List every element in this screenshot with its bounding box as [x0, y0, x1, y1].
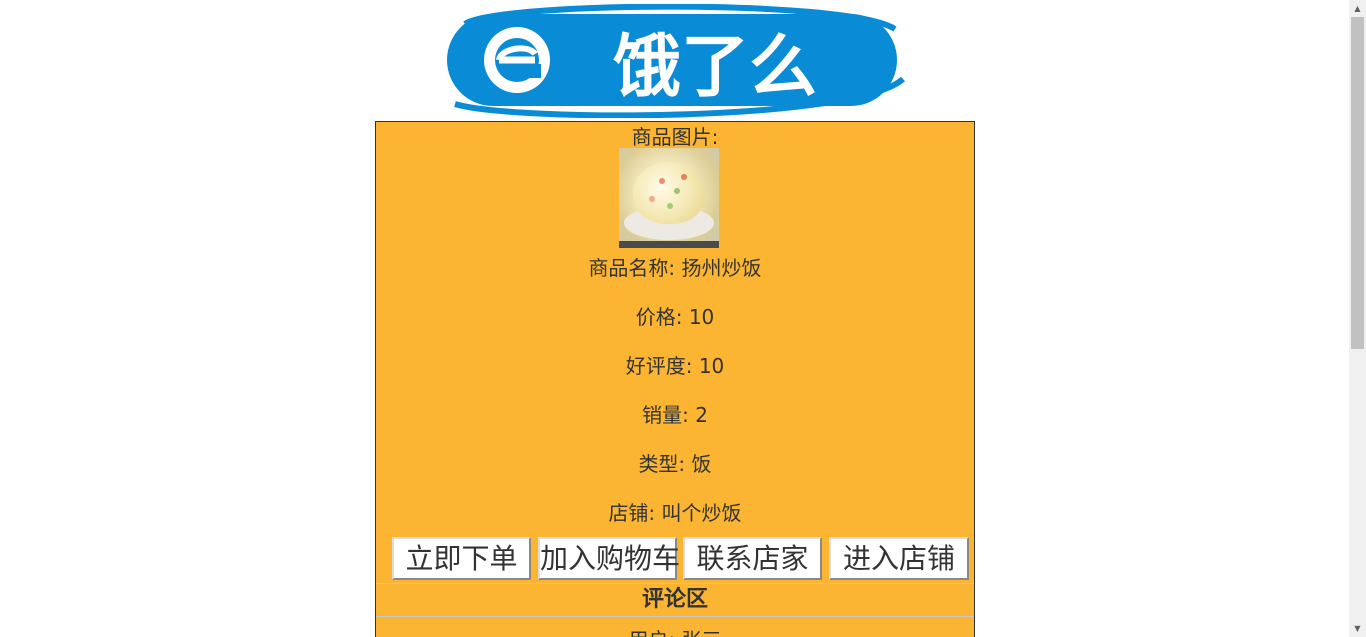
eleme-logo[interactable]: 饿了么 — [425, 4, 910, 118]
product-price: 价格: 10 — [376, 304, 974, 330]
comment-user: 用户: 张三 — [376, 627, 974, 637]
product-name-label: 商品名称: — [588, 256, 676, 280]
product-image[interactable] — [619, 148, 719, 248]
logo-wordmark: 饿了么 — [613, 28, 817, 107]
scrollbar-thumb[interactable] — [1351, 17, 1364, 349]
contact-seller-button[interactable]: 联系店家 — [683, 537, 822, 580]
page: 饿了么 商品图片: 商品名称: 扬州炒饭 价格: 10 好评度: 10 销量: — [0, 0, 1366, 637]
comment-user-value: 张三 — [682, 628, 722, 637]
garnish-dot — [674, 188, 680, 194]
order-now-button[interactable]: 立即下单 — [392, 537, 531, 580]
fried-rice-shape — [633, 162, 705, 224]
product-store: 店铺: 叫个炒饭 — [376, 500, 974, 526]
garnish-dot — [649, 196, 655, 202]
product-name: 商品名称: 扬州炒饭 — [376, 255, 974, 281]
product-image-label: 商品图片: — [631, 125, 719, 149]
scroll-up-arrow-icon[interactable]: ▲ — [1349, 0, 1366, 17]
product-name-value: 扬州炒饭 — [681, 256, 762, 280]
price-label: 价格: — [635, 305, 683, 329]
type-value: 饭 — [691, 452, 712, 476]
sales-label: 销量: — [642, 403, 689, 427]
store-value: 叫个炒饭 — [661, 501, 742, 525]
rating-label: 好评度: — [625, 354, 693, 378]
comments-heading: 评论区 — [641, 587, 708, 612]
comment-user-label: 用户: — [628, 628, 675, 637]
store-label: 店铺: — [608, 501, 656, 525]
enter-store-button[interactable]: 进入店铺 — [829, 537, 969, 580]
image-caption-band — [619, 241, 719, 248]
garnish-dot — [659, 178, 665, 184]
divider — [376, 583, 974, 584]
garnish-dot — [681, 174, 687, 180]
eleme-logo-graphic: 饿了么 — [447, 4, 905, 118]
product-detail-panel: 商品图片: 商品名称: 扬州炒饭 价格: 10 好评度: 10 销量: 2 类型… — [375, 121, 975, 637]
product-type: 类型: 饭 — [376, 451, 974, 477]
product-rating: 好评度: 10 — [376, 353, 974, 379]
sales-value: 2 — [695, 403, 708, 427]
garnish-dot — [667, 203, 673, 209]
product-sales: 销量: 2 — [376, 402, 974, 428]
rating-value: 10 — [698, 354, 725, 378]
type-label: 类型: — [638, 452, 686, 476]
add-to-cart-button[interactable]: 加入购物车 — [538, 537, 680, 580]
price-value: 10 — [688, 305, 715, 329]
scroll-down-arrow-icon[interactable]: ▼ — [1349, 620, 1366, 637]
divider — [376, 616, 974, 617]
vertical-scrollbar[interactable]: ▲ ▼ — [1349, 0, 1366, 637]
